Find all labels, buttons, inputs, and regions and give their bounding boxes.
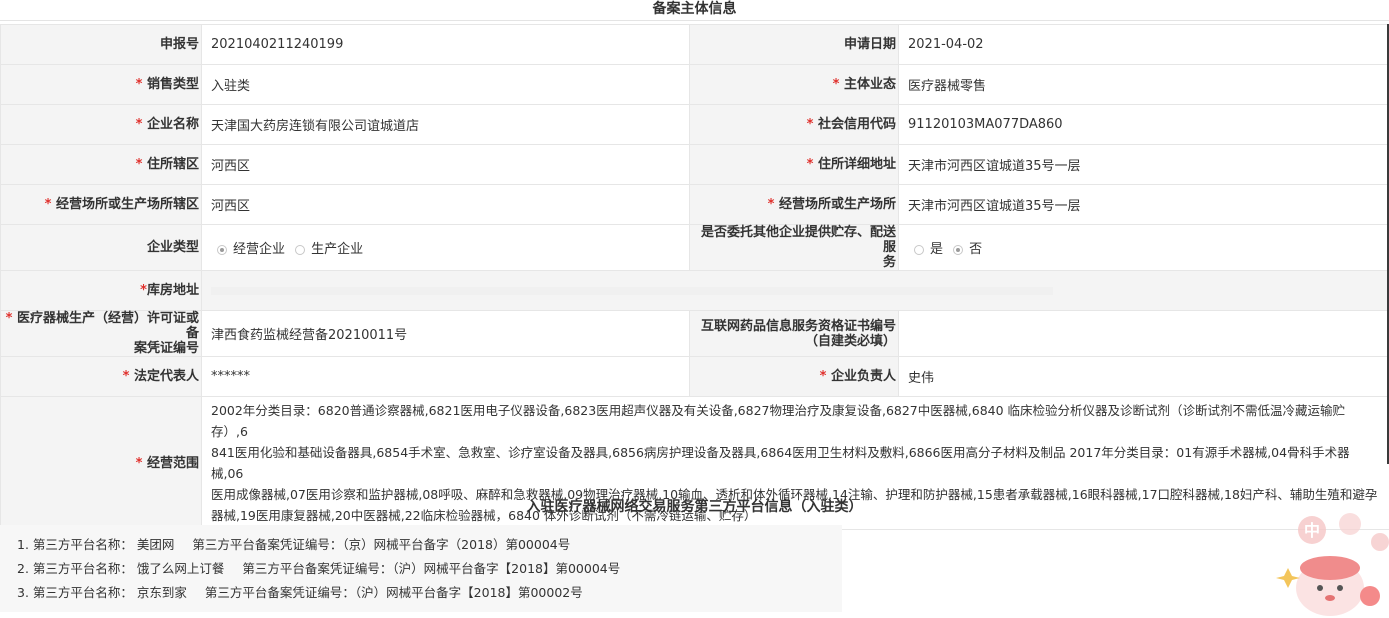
report-no-label: 申报号	[0, 24, 202, 65]
mascot-badge-text: 中	[1304, 521, 1320, 540]
radio-production-company[interactable]	[295, 244, 306, 255]
scope-line: 2002年分类目录：6820普通诊察器械,6821医用电子仪器设备,6823医用…	[211, 403, 1346, 439]
credit-code-value: 91120103MA077DA860	[898, 104, 1389, 145]
sales-type-value: 入驻类	[201, 64, 690, 105]
premises-district-label: * 经营场所或生产场所辖区	[0, 184, 202, 225]
residence-district-label: * 住所辖区	[0, 144, 202, 185]
table-row: * 销售类型 入驻类 * 主体业态 医疗器械零售	[0, 64, 1389, 105]
entrust-label: 是否委托其他企业提供贮存、配送服务	[689, 224, 899, 271]
residence-district-value: 河西区	[201, 144, 690, 185]
business-format-value: 医疗器械零售	[898, 64, 1389, 105]
required-mark: *	[819, 369, 827, 384]
legal-rep-label: * 法定代表人	[0, 356, 202, 397]
section-title-main: 备案主体信息	[0, 0, 1389, 21]
table-row: 企业类型 经营企业 生产企业 是否委托其他企业提供贮存、配送服务 是 否	[0, 224, 1389, 271]
required-mark: *	[122, 369, 130, 384]
mascot-icon[interactable]: 中	[1270, 508, 1389, 618]
table-row: *库房地址	[0, 270, 1389, 311]
scope-line: 841医用化验和基础设备器具,6854手术室、急救室、诊疗室设备及器具,6856…	[211, 445, 1350, 481]
radio-yes[interactable]	[914, 244, 924, 255]
required-mark: *	[140, 283, 147, 298]
entrust-radio-group: 是 否	[898, 224, 1389, 271]
required-mark: *	[767, 197, 775, 212]
radio-operating-company[interactable]	[217, 244, 227, 255]
required-mark: *	[806, 117, 814, 132]
apply-date-value: 2021-04-02	[898, 24, 1389, 65]
section-title-platforms: 入驻医疗器械网络交易服务第三方平台信息（入驻类）	[526, 499, 863, 515]
internet-cert-label: 互联网药品信息服务资格证书编号 （自建类必填）	[689, 310, 899, 357]
residence-address-value: 天津市河西区谊城道35号一层	[898, 144, 1389, 185]
platform-name: 京东到家	[136, 585, 187, 600]
radio-label: 否	[969, 242, 983, 257]
table-row: * 企业名称 天津国大药房连锁有限公司谊城道店 * 社会信用代码 9112010…	[0, 104, 1389, 145]
principal-value: 史伟	[898, 356, 1389, 397]
required-mark: *	[5, 311, 13, 326]
license-label: * 医疗器械生产（经营）许可证或备 案凭证编号	[0, 310, 202, 357]
company-name-value: 天津国大药房连锁有限公司谊城道店	[201, 104, 690, 145]
list-item: 2. 第三方平台名称： 饿了么网上订餐 第三方平台备案凭证编号：（沪）网械平台备字…	[17, 561, 621, 576]
internet-cert-value	[898, 310, 1389, 357]
legal-rep-value: ******	[201, 356, 690, 397]
premises-value: 天津市河西区谊城道35号一层	[898, 184, 1389, 225]
radio-no[interactable]	[953, 244, 964, 255]
warehouse-placeholder-bar	[211, 286, 1053, 295]
platform-list: 1. 第三方平台名称： 美团网 第三方平台备案凭证编号：（京）网械平台备字（201…	[0, 525, 842, 612]
required-mark: *	[806, 157, 814, 172]
company-name-label: * 企业名称	[0, 104, 202, 145]
platform-name: 美团网	[136, 537, 175, 552]
required-mark: *	[135, 117, 143, 132]
required-mark: *	[135, 157, 143, 172]
radio-label: 生产企业	[311, 242, 364, 257]
principal-label: * 企业负责人	[689, 356, 899, 397]
required-mark: *	[832, 77, 840, 92]
table-row: * 经营场所或生产场所辖区 河西区 * 经营场所或生产场所 天津市河西区谊城道3…	[0, 184, 1389, 225]
sales-type-label: * 销售类型	[0, 64, 202, 105]
premises-district-value: 河西区	[201, 184, 690, 225]
warehouse-value	[201, 270, 1389, 311]
table-row: * 法定代表人 ****** * 企业负责人 史伟	[0, 356, 1389, 397]
required-mark: *	[135, 77, 143, 92]
business-format-label: * 主体业态	[689, 64, 899, 105]
list-item: 3. 第三方平台名称： 京东到家 第三方平台备案凭证编号：（沪）网械平台备字【20…	[17, 585, 583, 600]
required-mark: *	[135, 455, 143, 471]
residence-address-label: * 住所详细地址	[689, 144, 899, 185]
table-row: * 医疗器械生产（经营）许可证或备 案凭证编号 津西食药监械经营备20210011…	[0, 310, 1389, 357]
record-info-table: 申报号 2021040211240199 申请日期 2021-04-02 * 销…	[0, 24, 1389, 530]
premises-label: * 经营场所或生产场所	[689, 184, 899, 225]
radio-label: 经营企业	[233, 242, 286, 257]
company-type-radio-group: 经营企业 生产企业	[201, 224, 690, 271]
report-no-value: 2021040211240199	[201, 24, 690, 65]
table-row: 申报号 2021040211240199 申请日期 2021-04-02	[0, 24, 1389, 65]
platform-name: 饿了么网上订餐	[136, 561, 225, 576]
list-item: 1. 第三方平台名称： 美团网 第三方平台备案凭证编号：（京）网械平台备字（201…	[17, 537, 571, 552]
required-mark: *	[44, 197, 52, 212]
warehouse-label: *库房地址	[0, 270, 202, 311]
radio-label: 是	[930, 242, 944, 257]
apply-date-label: 申请日期	[689, 24, 899, 65]
platform-cert: （沪）网械平台备字【2018】第00002号	[354, 585, 583, 600]
credit-code-label: * 社会信用代码	[689, 104, 899, 145]
company-type-label: 企业类型	[0, 224, 202, 271]
platform-cert: （京）网械平台备字（2018）第00004号	[342, 537, 571, 552]
license-value: 津西食药监械经营备20210011号	[201, 310, 690, 357]
table-row: * 住所辖区 河西区 * 住所详细地址 天津市河西区谊城道35号一层	[0, 144, 1389, 185]
platform-cert: （沪）网械平台备字【2018】第00004号	[392, 561, 621, 576]
